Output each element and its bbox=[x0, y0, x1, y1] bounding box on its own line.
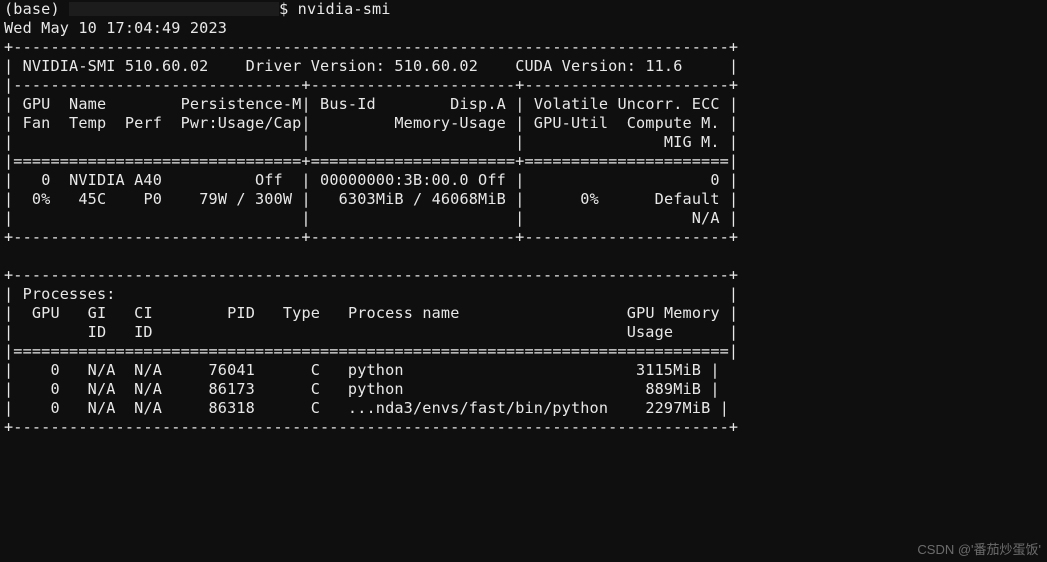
cuda-label: CUDA Version: bbox=[515, 57, 636, 75]
gpu-pm: Off bbox=[255, 171, 283, 189]
gpu-disp: Off bbox=[478, 171, 506, 189]
prompt-symbol: $ bbox=[279, 0, 288, 18]
gpu-compute: Default bbox=[655, 190, 720, 208]
cuda-version: 11.6 bbox=[645, 57, 682, 75]
watermark: CSDN @'番茄炒蛋饭' bbox=[917, 539, 1041, 558]
prompt-env: (base) bbox=[4, 0, 60, 18]
gpu-ecc: 0 bbox=[710, 171, 719, 189]
driver-label: Driver Version: bbox=[246, 57, 385, 75]
driver-version: 510.60.02 bbox=[394, 57, 478, 75]
gpu-index: 0 bbox=[41, 171, 50, 189]
gpu-fan: 0% bbox=[32, 190, 51, 208]
processes-title: Processes: bbox=[23, 285, 116, 303]
gpu-mem: 6303MiB / 46068MiB bbox=[339, 190, 506, 208]
timestamp-line: Wed May 10 17:04:49 2023 bbox=[4, 19, 227, 37]
proc-gpu: 0 bbox=[50, 361, 59, 379]
gpu-name: NVIDIA A40 bbox=[69, 171, 162, 189]
gpu-temp: 45C bbox=[78, 190, 106, 208]
smi-version: NVIDIA-SMI 510.60.02 bbox=[23, 57, 209, 75]
terminal-output: (base) $ nvidia-smi Wed May 10 17:04:49 … bbox=[0, 0, 1047, 437]
gpu-busid: 00000000:3B:00.0 bbox=[320, 171, 469, 189]
gpu-perf: P0 bbox=[143, 190, 162, 208]
gpu-mig: N/A bbox=[692, 209, 720, 227]
redacted-hostname bbox=[69, 2, 279, 16]
col-gpu-name: GPU Name bbox=[23, 95, 107, 113]
command-text[interactable]: nvidia-smi bbox=[298, 0, 391, 18]
gpu-util: 0% bbox=[580, 190, 599, 208]
gpu-pwr: 79W / 300W bbox=[199, 190, 292, 208]
